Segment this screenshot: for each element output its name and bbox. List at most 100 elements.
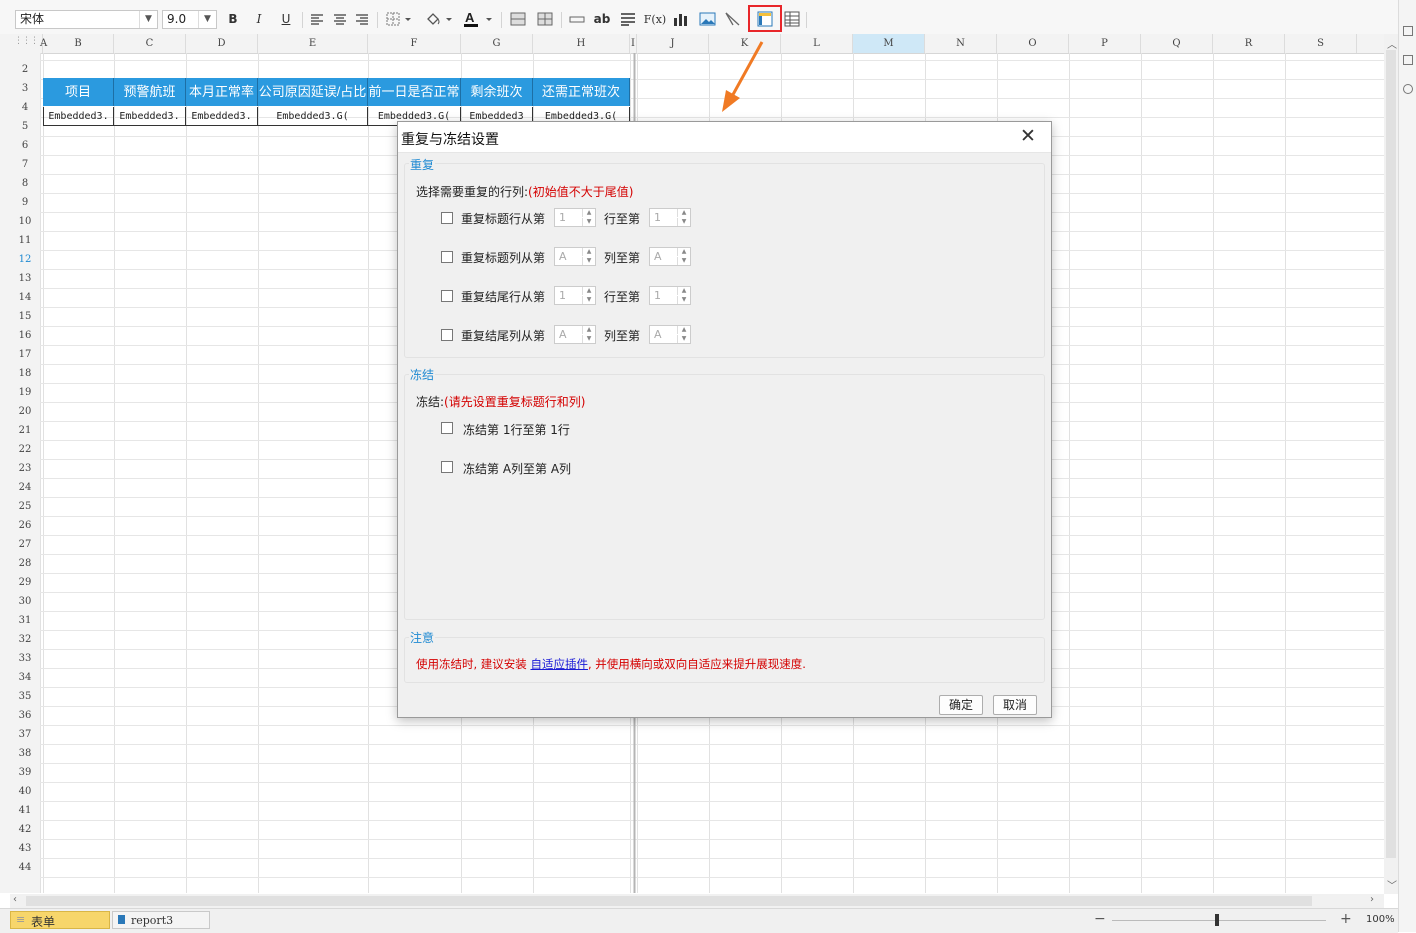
column-header-f[interactable]: F — [368, 34, 461, 53]
italic-button[interactable]: I — [250, 9, 268, 29]
table-data-cell[interactable]: Embedded3. — [186, 107, 258, 126]
row-header-28[interactable]: 28 — [10, 554, 40, 573]
zoom-slider[interactable] — [1112, 920, 1326, 921]
sheet-tab-form[interactable]: ≡ 表单 — [10, 911, 110, 929]
row-header-4[interactable]: 4 — [10, 98, 40, 117]
row-header-35[interactable]: 35 — [10, 687, 40, 706]
spinner-down-icon[interactable]: ▼ — [677, 335, 690, 343]
row-header-15[interactable]: 15 — [10, 307, 40, 326]
column-header-e[interactable]: E — [258, 34, 368, 53]
row-header-20[interactable]: 20 — [10, 402, 40, 421]
row-header-31[interactable]: 31 — [10, 611, 40, 630]
row-header-34[interactable]: 34 — [10, 668, 40, 687]
row-header-26[interactable]: 26 — [10, 516, 40, 535]
row-header-22[interactable]: 22 — [10, 440, 40, 459]
row-header-25[interactable]: 25 — [10, 497, 40, 516]
column-header-s[interactable]: S — [1285, 34, 1357, 53]
spinner-up-icon[interactable]: ▲ — [582, 326, 595, 334]
table-header-cell[interactable]: 前一日是否正常 — [368, 78, 461, 106]
column-header-p[interactable]: P — [1069, 34, 1141, 53]
repeat-end-spinner[interactable]: 1 ▲ ▼ — [649, 208, 691, 227]
row-header-27[interactable]: 27 — [10, 535, 40, 554]
row-header-24[interactable]: 24 — [10, 478, 40, 497]
table-header-cell[interactable]: 预警航班 — [114, 78, 186, 106]
repeat-end-spinner[interactable]: A ▲ ▼ — [649, 247, 691, 266]
row-header-29[interactable]: 29 — [10, 573, 40, 592]
spinner-down-icon[interactable]: ▼ — [677, 296, 690, 304]
column-header-l[interactable]: L — [781, 34, 853, 53]
panel-icon[interactable] — [1403, 26, 1413, 36]
row-header-5[interactable]: 5 — [10, 117, 40, 136]
insert-textbox-button[interactable] — [568, 9, 586, 29]
font-size-select[interactable]: 9.0 ▼ — [162, 10, 217, 29]
row-header-36[interactable]: 36 — [10, 706, 40, 725]
insert-formula-button[interactable]: F(x) — [644, 9, 666, 29]
column-header-i[interactable]: I — [630, 34, 637, 53]
table-header-cell[interactable]: 本月正常率 — [186, 78, 258, 106]
table-header-cell[interactable]: 公司原因延误/占比 — [258, 78, 368, 106]
row-header-21[interactable]: 21 — [10, 421, 40, 440]
row-header-37[interactable]: 37 — [10, 725, 40, 744]
column-header-g[interactable]: G — [461, 34, 533, 53]
adaptive-plugin-link[interactable]: 自适应插件 — [530, 657, 588, 671]
column-header-h[interactable]: H — [533, 34, 630, 53]
spinner-up-icon[interactable]: ▲ — [582, 287, 595, 295]
horizontal-scrollbar[interactable]: ‹ › — [10, 894, 1384, 908]
row-header-19[interactable]: 19 — [10, 383, 40, 402]
spinner-down-icon[interactable]: ▼ — [677, 257, 690, 265]
repeat-end-spinner[interactable]: 1 ▲ ▼ — [649, 286, 691, 305]
underline-button[interactable]: U — [277, 9, 295, 29]
row-header-33[interactable]: 33 — [10, 649, 40, 668]
split-cells-button[interactable] — [536, 9, 554, 29]
column-header-b[interactable]: B — [43, 34, 114, 53]
insert-chart-button[interactable] — [672, 9, 690, 29]
zoom-in-button[interactable]: + — [1340, 911, 1352, 927]
repeat-option-checkbox[interactable] — [441, 251, 453, 263]
insert-text-button[interactable]: ab — [593, 9, 611, 29]
spinner-up-icon[interactable]: ▲ — [582, 209, 595, 217]
vertical-scrollbar[interactable]: ︿ ﹀ — [1384, 34, 1398, 894]
repeat-option-checkbox[interactable] — [441, 329, 453, 341]
row-header-2[interactable]: 2 — [10, 60, 40, 79]
font-color-button[interactable]: A — [462, 9, 494, 29]
close-icon[interactable]: ✕ — [1020, 125, 1036, 147]
spinner-up-icon[interactable]: ▲ — [677, 326, 690, 334]
column-header-r[interactable]: R — [1213, 34, 1285, 53]
row-header-9[interactable]: 9 — [10, 193, 40, 212]
font-family-select[interactable]: 宋体 ▼ — [15, 10, 158, 29]
column-header-c[interactable]: C — [114, 34, 186, 53]
row-header-14[interactable]: 14 — [10, 288, 40, 307]
table-header-cell[interactable]: 剩余班次 — [461, 78, 533, 106]
align-right-button[interactable] — [354, 9, 370, 29]
column-header-n[interactable]: N — [925, 34, 997, 53]
cancel-button[interactable]: 取消 — [993, 695, 1037, 715]
zoom-out-button[interactable]: − — [1094, 911, 1106, 927]
freeze-columns-checkbox[interactable] — [441, 461, 453, 473]
border-button[interactable] — [385, 9, 413, 29]
insert-image-button[interactable] — [698, 9, 716, 29]
row-header-13[interactable]: 13 — [10, 269, 40, 288]
row-header-39[interactable]: 39 — [10, 763, 40, 782]
row-header-38[interactable]: 38 — [10, 744, 40, 763]
spinner-up-icon[interactable]: ▲ — [677, 209, 690, 217]
scrollbar-thumb[interactable] — [26, 896, 1312, 906]
repeat-option-checkbox[interactable] — [441, 212, 453, 224]
spinner-down-icon[interactable]: ▼ — [582, 296, 595, 304]
sheet-tab-report[interactable]: report3 — [112, 911, 210, 929]
row-header-16[interactable]: 16 — [10, 326, 40, 345]
row-header-3[interactable]: 3 — [10, 79, 40, 98]
panel-icon[interactable] — [1403, 55, 1413, 65]
row-header-40[interactable]: 40 — [10, 782, 40, 801]
table-data-cell[interactable]: Embedded3. — [43, 107, 114, 126]
spinner-down-icon[interactable]: ▼ — [582, 257, 595, 265]
table-style-button[interactable] — [783, 9, 801, 29]
row-header-8[interactable]: 8 — [10, 174, 40, 193]
repeat-end-spinner[interactable]: A ▲ ▼ — [649, 325, 691, 344]
row-header-43[interactable]: 43 — [10, 839, 40, 858]
chevron-right-icon[interactable]: › — [1370, 894, 1374, 905]
spinner-down-icon[interactable]: ▼ — [677, 218, 690, 226]
chevron-left-icon[interactable]: ‹ — [13, 894, 17, 905]
insert-richtext-button[interactable] — [619, 9, 637, 29]
select-all-corner[interactable]: ⋮⋮⋮ — [0, 34, 40, 53]
insert-slash-button[interactable] — [724, 9, 742, 29]
